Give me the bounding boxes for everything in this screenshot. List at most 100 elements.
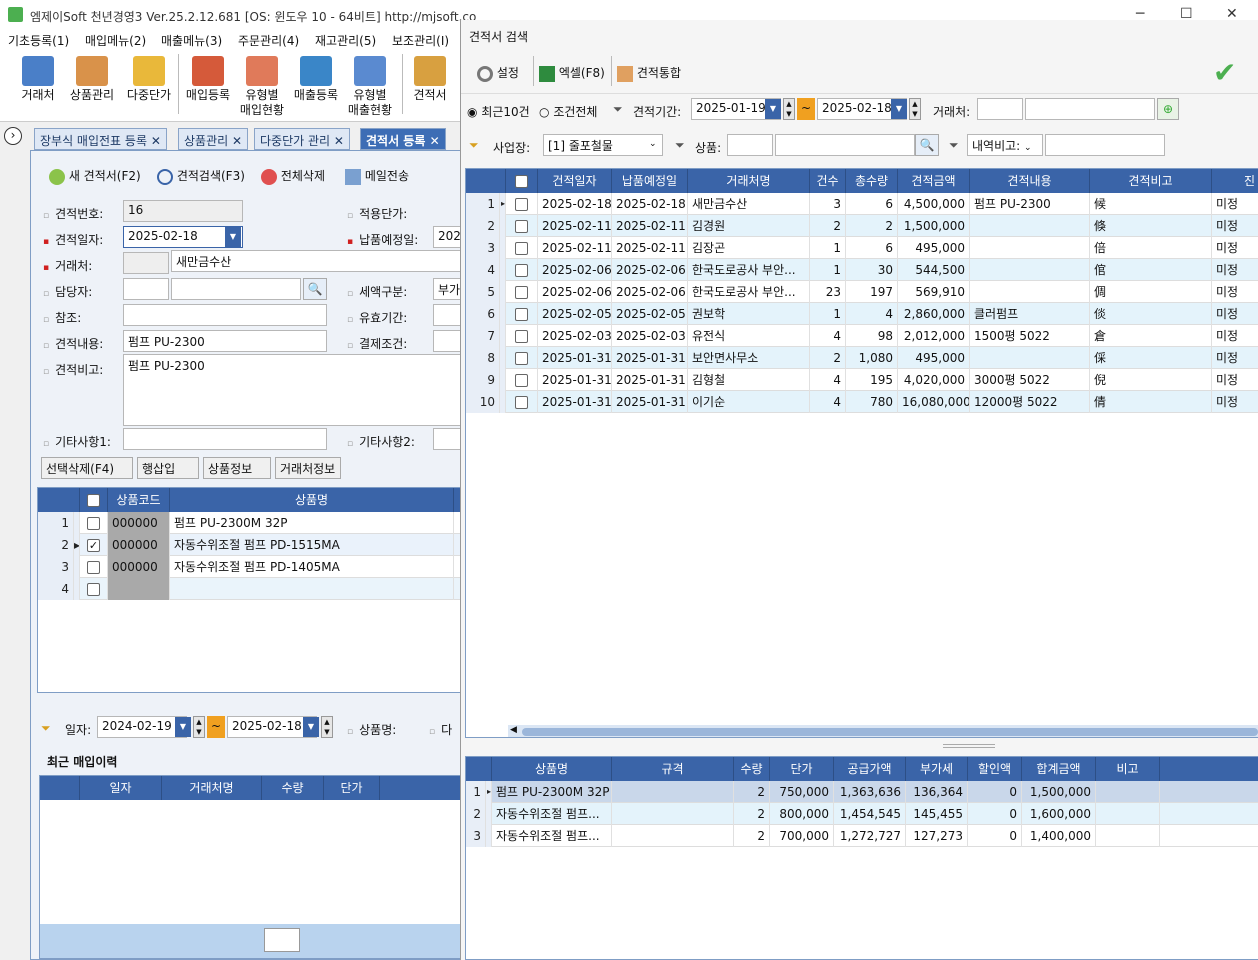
checkmark-icon[interactable]: ✔ xyxy=(1213,56,1236,89)
date-spinner-icon[interactable]: ▲ ▼ xyxy=(321,716,333,738)
estimate-row[interactable]: 8 2025-01-31 2025-01-31 보안면사무소 2 1,080 495,000… xyxy=(466,347,1258,369)
col-product-code[interactable]: 상품코드 xyxy=(108,488,170,512)
col-detail-memo[interactable]: 비고 xyxy=(1096,757,1160,781)
new-estimate-button[interactable]: 새 견적서(F2) xyxy=(49,167,141,185)
scroll-left-icon[interactable]: ◀ xyxy=(510,725,517,735)
select-all-checkbox[interactable] xyxy=(87,494,100,507)
col-memo[interactable]: 견적비고 xyxy=(1090,169,1212,193)
add-client-icon[interactable]: ⊕ xyxy=(1157,98,1179,120)
col-detail-price[interactable]: 단가 xyxy=(770,757,834,781)
etc2-field[interactable] xyxy=(433,428,463,450)
item-name[interactable]: 펌프 PU-2300M 32P xyxy=(170,512,454,534)
menu-basic[interactable]: 기초등록(1) xyxy=(8,32,69,49)
item-code[interactable] xyxy=(108,578,170,600)
row-checkbox[interactable] xyxy=(515,286,528,299)
date-spinner-icon[interactable]: ▲ ▼ xyxy=(909,98,921,120)
item-name[interactable]: 자동수위조절 펌프 PD-1405MA xyxy=(170,556,454,578)
date-spinner-icon[interactable]: ▲ ▼ xyxy=(783,98,795,120)
tax-type-select[interactable]: 부가 xyxy=(433,278,463,300)
col-client-name[interactable]: 거래처명 xyxy=(688,169,810,193)
estimate-row[interactable]: 1 ▸ 2025-02-18 2025-02-18 새만금수산 3 6 4,500,000 펌프… xyxy=(466,193,1258,215)
valid-period-field[interactable] xyxy=(433,304,463,326)
history-from-date[interactable]: 2024-02-19 xyxy=(97,716,187,738)
col-detail-name[interactable]: 상품명 xyxy=(492,757,612,781)
estimate-row[interactable]: 2 2025-02-11 2025-02-11 김경원 2 2 1,500,000 倏 미정 xyxy=(466,215,1258,237)
row-checkbox[interactable] xyxy=(87,561,100,574)
history-product-field[interactable]: 다 xyxy=(429,721,452,738)
row-checkbox[interactable] xyxy=(87,517,100,530)
col-detail-qty[interactable]: 수량 xyxy=(734,757,770,781)
item-name[interactable]: 자동수위조절 펌프 PD-1515MA xyxy=(170,534,454,556)
estimate-row[interactable]: 3 2025-02-11 2025-02-11 김장곤 1 6 495,000 倍 미정 xyxy=(466,237,1258,259)
radio-recent[interactable]: ◉ 최근10건 xyxy=(467,103,530,120)
radio-all[interactable]: ○ 조건전체 xyxy=(539,103,597,120)
row-checkbox[interactable] xyxy=(515,330,528,343)
toolbar-sales-status-button[interactable]: 유형별 매출현황 xyxy=(344,56,396,118)
col-history-date[interactable]: 일자 xyxy=(80,776,162,800)
col-history-price[interactable]: 단가 xyxy=(324,776,380,800)
product-info-button[interactable]: 상품정보 xyxy=(203,457,271,479)
close-icon[interactable]: ✕ xyxy=(334,134,344,148)
row-checkbox[interactable] xyxy=(515,352,528,365)
chevron-down-icon[interactable]: ▼ xyxy=(303,717,319,737)
row-checkbox[interactable] xyxy=(87,583,100,596)
menu-purchase[interactable]: 매입메뉴(2) xyxy=(85,32,146,49)
item-row[interactable]: 1 000000 펌프 PU-2300M 32P xyxy=(38,512,462,534)
send-mail-button[interactable]: 메일전송 xyxy=(345,167,409,185)
memo-filter-field[interactable] xyxy=(1045,134,1165,156)
site-select[interactable]: [1] 줄포철물 xyxy=(543,134,663,156)
select-all-checkbox[interactable] xyxy=(515,175,528,188)
manager-code-field[interactable] xyxy=(123,278,169,300)
search-estimate-button[interactable]: 견적검색(F3) xyxy=(157,167,245,185)
estimate-row[interactable]: 10 2025-01-31 2025-01-31 이기순 4 780 16,080,000 1… xyxy=(466,391,1258,413)
product-filter-code[interactable] xyxy=(727,134,773,156)
tab-ledger-purchase[interactable]: 장부식 매입전표 등록 ✕ xyxy=(34,128,167,150)
search-icon[interactable]: 🔍 xyxy=(303,278,327,300)
row-checkbox[interactable] xyxy=(515,396,528,409)
estimate-row[interactable]: 5 2025-02-06 2025-02-06 한국도로공사 부안... 23 197 56… xyxy=(466,281,1258,303)
item-row[interactable]: 4 xyxy=(38,578,462,600)
chevron-down-icon[interactable]: ▼ xyxy=(225,227,241,247)
memo-field[interactable]: 펌프 PU-2300 xyxy=(123,354,463,426)
client-code-field[interactable] xyxy=(123,252,169,274)
chevron-down-icon[interactable]: ▼ xyxy=(175,717,191,737)
excel-button[interactable]: 엑셀(F8) xyxy=(539,64,605,82)
col-history-qty[interactable]: 수량 xyxy=(262,776,324,800)
product-filter-name[interactable] xyxy=(775,134,915,156)
col-detail-spec[interactable]: 규격 xyxy=(612,757,734,781)
item-code[interactable]: 000000 xyxy=(108,512,170,534)
close-icon[interactable]: ✕ xyxy=(151,134,161,148)
item-name[interactable] xyxy=(170,578,454,600)
tab-estimate[interactable]: 견적서 등록 ✕ xyxy=(360,128,446,150)
col-count[interactable]: 건수 xyxy=(810,169,846,193)
row-checkbox[interactable] xyxy=(515,308,528,321)
pay-terms-field[interactable] xyxy=(433,330,463,352)
client-filter-code[interactable] xyxy=(977,98,1023,120)
item-code[interactable]: 000000 xyxy=(108,534,170,556)
content-field[interactable]: 펌프 PU-2300 xyxy=(123,330,327,352)
toolbar-multiprice-button[interactable]: 다중단가 xyxy=(122,56,176,103)
toolbar-sales-button[interactable]: 매출등록 xyxy=(290,56,342,103)
delete-selected-button[interactable]: 선택삭제(F4) xyxy=(41,457,133,479)
toolbar-estimate-button[interactable]: 견적서 xyxy=(408,56,452,103)
close-icon[interactable]: ✕ xyxy=(430,134,440,148)
chevron-down-icon[interactable]: ▼ xyxy=(891,99,907,119)
col-estimate-date[interactable]: 건적일자 xyxy=(538,169,612,193)
detail-row[interactable]: 2 자동수위조절 펌프... 2 800,000 1,454,545 145,455 0 1,… xyxy=(466,803,1258,825)
col-detail-discount[interactable]: 할인액 xyxy=(968,757,1022,781)
toolbar-product-button[interactable]: 상품관리 xyxy=(66,56,118,103)
search-icon[interactable]: 🔍 xyxy=(915,134,939,156)
toolbar-purchase-button[interactable]: 매입등록 xyxy=(182,56,234,103)
tab-product[interactable]: 상품관리 ✕ xyxy=(178,128,249,150)
menu-stock[interactable]: 재고관리(5) xyxy=(315,32,376,49)
close-icon[interactable]: ✕ xyxy=(232,134,242,148)
col-detail-total[interactable]: 합계금액 xyxy=(1022,757,1096,781)
col-history-client[interactable]: 거래처명 xyxy=(162,776,262,800)
col-amount[interactable]: 견적금액 xyxy=(898,169,970,193)
manager-name-field[interactable] xyxy=(171,278,301,300)
chevron-down-icon[interactable]: ⌄ xyxy=(649,139,657,149)
merge-estimate-button[interactable]: 견적통합 xyxy=(617,64,681,82)
row-checkbox[interactable] xyxy=(515,374,528,387)
client-info-button[interactable]: 거래처정보 xyxy=(275,457,341,479)
estimate-row[interactable]: 6 2025-02-05 2025-02-05 권보학 1 4 2,860,000 클러펌프 倓… xyxy=(466,303,1258,325)
